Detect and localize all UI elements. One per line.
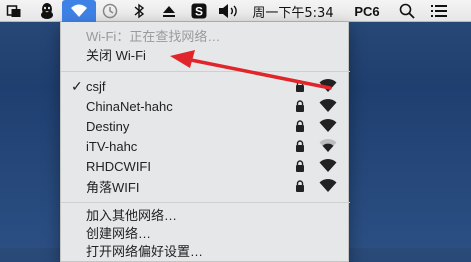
time-machine-icon[interactable] [98,0,122,22]
network-name: Destiny [86,118,130,134]
create-network-item[interactable]: 创建网络… [61,222,350,242]
network-item-chinanet-hahc[interactable]: ChinaNet-hahc [61,96,350,116]
menu-separator [61,202,350,203]
network-item-itv-hahc[interactable]: iTV-hahc [61,136,350,156]
menu-separator [61,71,350,72]
lock-icon [295,120,305,135]
wifi-signal-icon [318,158,338,176]
create-network-label: 创建网络… [86,225,152,241]
wifi-signal-icon [318,98,338,116]
qq-penguin-icon[interactable] [36,0,58,22]
join-other-label: 加入其他网络… [86,207,178,223]
network-name: iTV-hahc [86,138,138,154]
search-icon[interactable] [396,0,418,22]
network-name: ChinaNet-hahc [86,98,173,114]
lock-icon [295,80,305,95]
wifi-signal-icon [318,138,338,156]
network-item-csjf[interactable]: ✓ csjf [61,76,350,96]
wifi-signal-icon [318,118,338,136]
network-item-jiaoluo-wifi[interactable]: 角落WIFI [61,176,350,196]
svg-text:S: S [195,5,203,19]
wifi-toggle-label: 关闭 Wi-Fi [86,47,146,63]
menubar-user[interactable]: PC6 [352,0,382,22]
menu-bar: S 周一下午5:34 PC6 [0,0,471,22]
open-network-prefs-item[interactable]: 打开网络偏好设置… [61,240,350,260]
eject-icon[interactable] [158,0,180,22]
wifi-dropdown-menu: Wi-Fi：正在查找网络… 关闭 Wi-Fi ✓ csjf ChinaNet-h… [60,22,350,262]
open-prefs-label: 打开网络偏好设置… [86,243,204,259]
network-name: RHDCWIFI [86,158,151,174]
wifi-status-text: Wi-Fi：正在查找网络… [86,28,221,44]
lock-icon [295,180,305,195]
network-name: 角落WIFI [86,179,140,195]
bluetooth-icon[interactable] [130,0,148,22]
window-icon[interactable] [4,0,24,22]
lock-icon [295,100,305,115]
join-other-network-item[interactable]: 加入其他网络… [61,204,350,224]
wifi-toggle-item[interactable]: 关闭 Wi-Fi [61,44,350,64]
network-item-rhdcwifi[interactable]: RHDCWIFI [61,156,350,176]
checkmark-icon: ✓ [71,77,83,94]
volume-icon[interactable] [216,0,242,22]
wifi-icon[interactable] [62,0,96,22]
network-name: csjf [86,78,106,94]
wifi-signal-icon [318,78,338,96]
s-app-icon[interactable]: S [189,0,209,22]
menubar-clock[interactable]: 周一下午5:34 [248,0,338,22]
network-item-destiny[interactable]: Destiny [61,116,350,136]
wifi-signal-icon [318,178,338,196]
lock-icon [295,160,305,175]
lock-icon [295,140,305,155]
list-icon[interactable] [428,0,450,22]
wifi-status-row: Wi-Fi：正在查找网络… [61,25,350,45]
